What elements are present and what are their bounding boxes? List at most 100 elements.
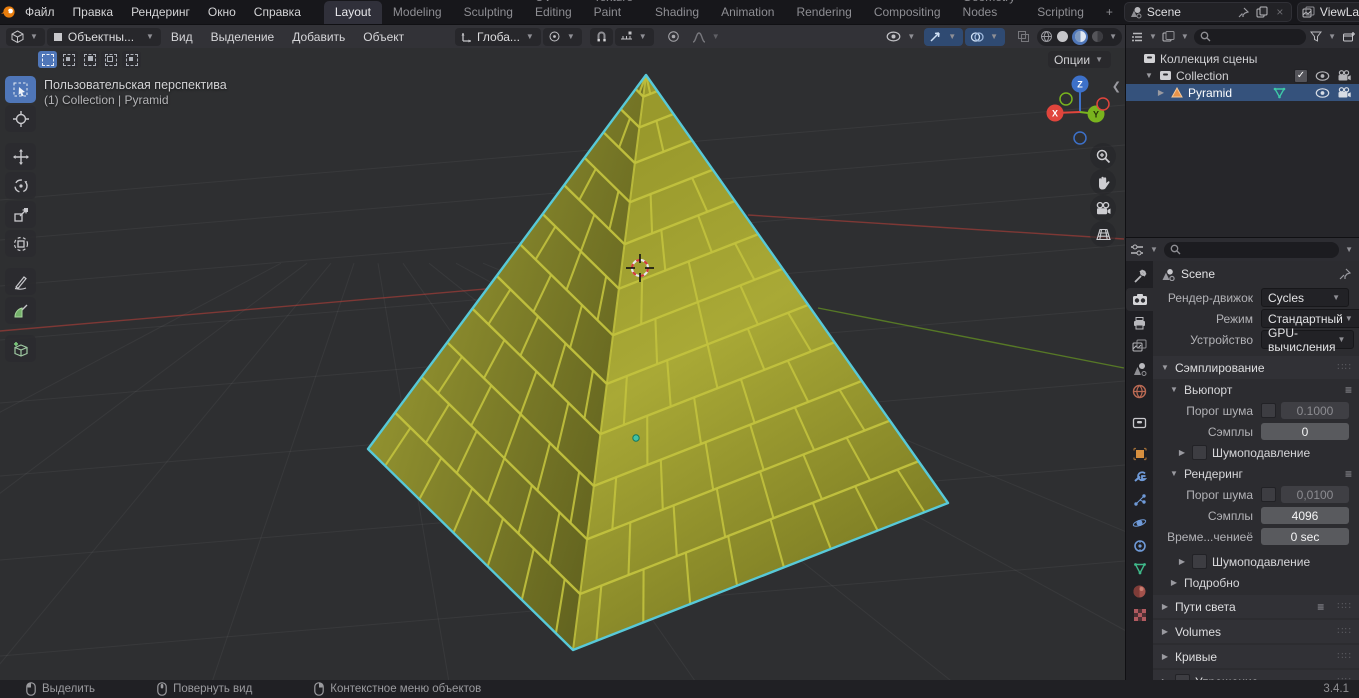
tool-transform[interactable]: [5, 230, 36, 257]
device-dropdown[interactable]: GPU-вычисления ▼: [1261, 326, 1355, 354]
nav-tab-world[interactable]: [1126, 380, 1153, 403]
menu-render[interactable]: Рендеринг: [122, 1, 199, 23]
nav-tab-material[interactable]: [1126, 580, 1153, 603]
3d-viewport[interactable]: Пользовательская перспектива (1) Collect…: [0, 48, 1125, 680]
outliner-row-scene-collection[interactable]: Коллекция сцены: [1126, 50, 1359, 67]
render-engine-dropdown[interactable]: Cycles ▼: [1261, 288, 1349, 307]
properties-options-chevron[interactable]: ▼: [1343, 245, 1355, 254]
menu-view[interactable]: Вид: [163, 30, 201, 44]
blender-logo-icon[interactable]: [0, 0, 16, 24]
tool-annotate[interactable]: [5, 268, 36, 295]
section-grip[interactable]: ∷∷: [1337, 651, 1352, 662]
pin-icon[interactable]: [1339, 268, 1351, 280]
nav-tab-physics[interactable]: [1126, 511, 1153, 534]
3d-viewport-canvas[interactable]: [0, 48, 1125, 680]
tab-animation[interactable]: Animation: [710, 1, 785, 24]
menu-add[interactable]: Добавить: [284, 30, 353, 44]
xray-toggle[interactable]: [1012, 28, 1035, 46]
properties-editor-chevron[interactable]: ▼: [1148, 245, 1160, 254]
viewlayer-selector[interactable]: ViewLayer ×: [1296, 2, 1359, 22]
proportional-falloff-dropdown[interactable]: ▼: [687, 28, 727, 46]
outliner-display-chevron[interactable]: ▼: [1147, 32, 1159, 41]
outliner-row-collection[interactable]: ▼ Collection ✓: [1126, 67, 1359, 84]
shading-material-preview-button[interactable]: [1072, 28, 1089, 45]
sampling-section-header[interactable]: ▼ Сэмплирование ∷∷: [1153, 356, 1359, 379]
tool-select-box[interactable]: [5, 76, 36, 103]
nav-tab-texture[interactable]: [1126, 603, 1153, 626]
nav-tab-constraints[interactable]: [1126, 534, 1153, 557]
nav-tab-view-layer[interactable]: [1126, 334, 1153, 357]
editor-type-button[interactable]: ▼: [6, 27, 45, 46]
ortho-grid-button[interactable]: [1090, 221, 1116, 247]
pin-icon[interactable]: [1237, 5, 1251, 19]
transform-orientation-dropdown[interactable]: Глоба... ▼: [455, 27, 541, 46]
proportional-editing-toggle[interactable]: [662, 28, 685, 46]
outliner-filter-funnel-icon[interactable]: [1309, 30, 1323, 44]
collection-render-camera-icon[interactable]: [1337, 70, 1351, 81]
new-collection-button[interactable]: [1341, 30, 1355, 44]
render-noise-value[interactable]: 0,0100: [1281, 486, 1349, 503]
options-dropdown[interactable]: Опции ▼: [1047, 51, 1111, 68]
render-denoise-subheader[interactable]: ▶ Шумоподавление: [1153, 551, 1359, 572]
sampling-advanced-subheader[interactable]: ▶ Подробно: [1153, 572, 1359, 593]
menu-select[interactable]: Выделение: [203, 30, 283, 44]
tool-rotate[interactable]: [5, 172, 36, 199]
preset-menu-icon[interactable]: ≡: [1345, 383, 1352, 397]
unlink-scene-icon[interactable]: ×: [1273, 5, 1287, 19]
tool-measure[interactable]: [5, 297, 36, 324]
outliner-filter-id-chevron[interactable]: ▼: [1179, 32, 1191, 41]
select-intersect-button[interactable]: [122, 51, 141, 68]
shading-rendered-button[interactable]: [1091, 30, 1104, 43]
viewport-noise-checkbox[interactable]: [1261, 403, 1276, 418]
section-grip[interactable]: ∷∷: [1337, 362, 1352, 373]
preset-menu-icon[interactable]: ≡: [1345, 467, 1352, 481]
pan-hand-button[interactable]: [1090, 169, 1116, 195]
tab-modeling[interactable]: Modeling: [382, 1, 453, 24]
show-object-types-dropdown[interactable]: ▼: [881, 28, 922, 46]
select-subtract-button[interactable]: [80, 51, 99, 68]
section-grip[interactable]: ∷∷: [1337, 601, 1352, 612]
gizmo-x-neg-axis[interactable]: [1096, 97, 1110, 111]
nav-tab-render[interactable]: [1126, 288, 1153, 311]
mode-dropdown[interactable]: Объектны... ▼: [46, 27, 161, 46]
tool-scale[interactable]: [5, 201, 36, 228]
menu-help[interactable]: Справка: [245, 1, 310, 23]
shading-wireframe-button[interactable]: [1040, 30, 1053, 43]
render-samples-value[interactable]: 4096: [1261, 507, 1349, 524]
nav-tab-object-data[interactable]: [1126, 557, 1153, 580]
render-denoise-checkbox[interactable]: [1192, 554, 1207, 569]
nav-tab-particles[interactable]: [1126, 488, 1153, 511]
sampling-viewport-subheader[interactable]: ▼ Вьюпорт ≡: [1153, 379, 1359, 400]
tab-scripting[interactable]: Scripting: [1026, 1, 1095, 24]
pyramid-render-camera-icon[interactable]: [1337, 87, 1351, 98]
properties-search-input[interactable]: [1163, 241, 1340, 258]
outliner-filter-chevron[interactable]: ▼: [1326, 32, 1338, 41]
tab-sculpting[interactable]: Sculpting: [453, 1, 524, 24]
collection-checkbox[interactable]: ✓: [1294, 68, 1308, 83]
camera-view-button[interactable]: [1090, 195, 1116, 221]
tab-geometry-nodes[interactable]: Geometry Nodes: [952, 0, 1027, 24]
menu-object[interactable]: Объект: [355, 30, 412, 44]
navigation-gizmo[interactable]: Z X Y: [1040, 68, 1125, 153]
nav-tab-output[interactable]: [1126, 311, 1153, 334]
tool-add-cube[interactable]: [5, 335, 36, 362]
shading-solid-button[interactable]: [1056, 30, 1069, 43]
tab-rendering[interactable]: Rendering: [785, 1, 862, 24]
viewport-denoise-subheader[interactable]: ▶ Шумоподавление: [1153, 442, 1359, 463]
pyramid-hide-eye-icon[interactable]: [1315, 87, 1330, 98]
simplify-section-header[interactable]: ▶ Упрощение ∷∷: [1153, 670, 1359, 680]
tab-add-workspace[interactable]: +: [1095, 1, 1124, 24]
tool-move[interactable]: [5, 143, 36, 170]
collection-expand-icon[interactable]: ▼: [1144, 71, 1154, 80]
curves-section-header[interactable]: ▶ Кривые ∷∷: [1153, 645, 1359, 668]
gizmos-toggle-dropdown[interactable]: ▼: [924, 27, 964, 46]
menu-edit[interactable]: Правка: [64, 1, 123, 23]
nav-tab-tool[interactable]: [1126, 265, 1153, 288]
viewport-noise-value[interactable]: 0.1000: [1281, 402, 1349, 419]
select-invert-button[interactable]: [101, 51, 120, 68]
preset-menu-icon[interactable]: ≡: [1317, 600, 1324, 614]
outliner-display-mode-dropdown[interactable]: [1130, 30, 1144, 44]
render-time-limit-value[interactable]: 0 sec: [1261, 528, 1349, 545]
shading-dropdown[interactable]: ▼: [1107, 32, 1119, 41]
snap-target-dropdown[interactable]: ▼: [614, 27, 654, 46]
